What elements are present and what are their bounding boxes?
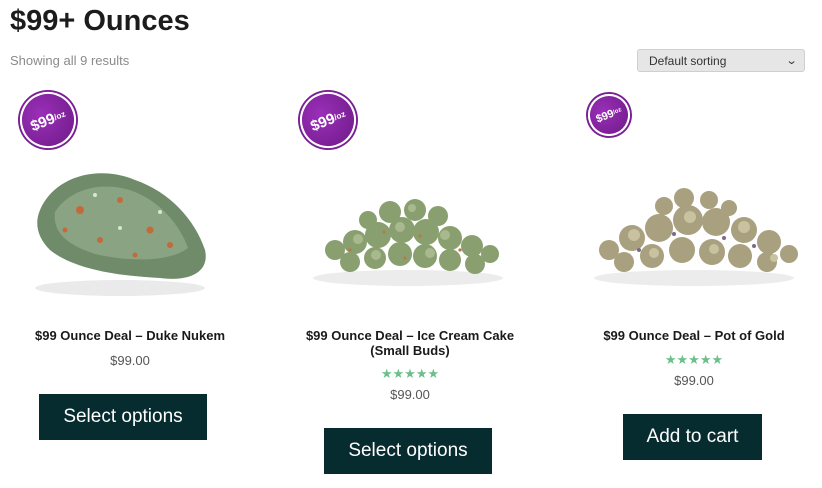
product-title[interactable]: $99 Ounce Deal – Ice Cream Cake (Small B… xyxy=(280,328,540,358)
product-price: $99.00 xyxy=(674,373,714,388)
product-card: $99/oz $99 Ounce Deal – Ice Cream Cake (… xyxy=(280,83,540,480)
select-options-button[interactable]: Select options xyxy=(39,394,207,440)
product-card: $99/oz $99 Ounce Deal – Pot of Gold ★★★★… xyxy=(564,87,822,480)
product-image[interactable] xyxy=(0,150,260,310)
page-title: $99+ Ounces xyxy=(10,5,190,37)
price-badge: $99/oz xyxy=(291,83,365,157)
product-image[interactable] xyxy=(564,150,822,310)
sorting-select-value: Default sorting xyxy=(649,53,727,68)
product-card: $99/oz $99 Ounce Deal – Duke Nukem $99.0… xyxy=(0,83,260,480)
sorting-select[interactable]: Default sorting ⌄ xyxy=(637,49,805,72)
product-title[interactable]: $99 Ounce Deal – Pot of Gold xyxy=(564,328,822,343)
product-image-graphic xyxy=(594,188,798,286)
chevron-down-icon: ⌄ xyxy=(785,55,798,67)
result-count: Showing all 9 results xyxy=(10,53,130,68)
rating-stars: ★★★★★ xyxy=(380,366,440,381)
select-options-button[interactable]: Select options xyxy=(324,428,492,474)
product-price: $99.00 xyxy=(390,387,430,402)
add-to-cart-button[interactable]: Add to cart xyxy=(623,414,762,460)
price-badge: $99/oz xyxy=(11,83,85,157)
product-image[interactable] xyxy=(280,150,540,310)
product-price: $99.00 xyxy=(110,353,150,368)
product-image-graphic xyxy=(313,199,503,286)
rating-stars: ★★★★★ xyxy=(664,352,724,367)
price-badge: $99/oz xyxy=(581,87,637,143)
product-title[interactable]: $99 Ounce Deal – Duke Nukem xyxy=(0,328,260,343)
product-image-graphic xyxy=(35,173,206,296)
